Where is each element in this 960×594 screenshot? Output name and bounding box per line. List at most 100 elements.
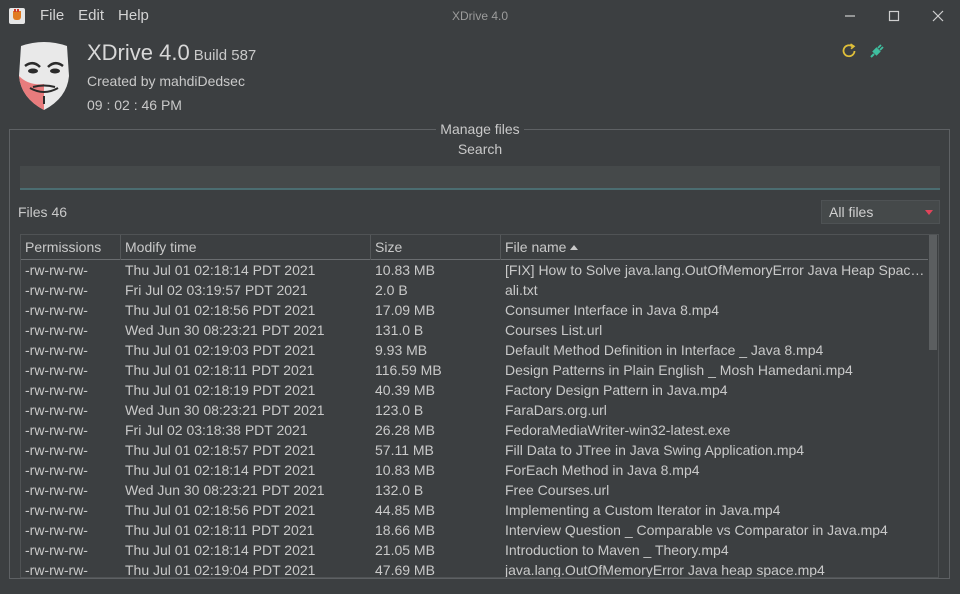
cell-size: 44.85 MB xyxy=(375,502,435,518)
guy-fawkes-mask-icon xyxy=(19,42,69,110)
table-row[interactable]: -rw-rw-rw- Thu Jul 01 02:18:11 PDT 2021 18… xyxy=(21,520,929,540)
column-header-file-name[interactable]: File name xyxy=(501,235,929,260)
cell-modify-time: Thu Jul 01 02:18:14 PDT 2021 xyxy=(125,542,316,558)
cell-modify-time: Thu Jul 01 02:18:11 PDT 2021 xyxy=(125,522,315,538)
cell-modify-time: Thu Jul 01 02:18:19 PDT 2021 xyxy=(125,382,316,398)
cell-file-name: Implementing a Custom Iterator in Java.m… xyxy=(505,502,781,518)
refresh-icon[interactable] xyxy=(840,42,858,60)
table-row[interactable]: -rw-rw-rw- Fri Jul 02 03:19:57 PDT 2021 2.… xyxy=(21,280,929,300)
table-row[interactable]: -rw-rw-rw- Thu Jul 01 02:18:19 PDT 2021 40… xyxy=(21,380,929,400)
cell-file-name: Default Method Definition in Interface _… xyxy=(505,342,824,358)
cell-permissions: -rw-rw-rw- xyxy=(25,522,88,538)
cell-file-name: Fill Data to JTree in Java Swing Applica… xyxy=(505,442,805,458)
cell-file-name: ali.txt xyxy=(505,282,538,298)
cell-permissions: -rw-rw-rw- xyxy=(25,282,88,298)
app-name: XDrive 4.0 Build 587 xyxy=(87,40,256,66)
cell-modify-time: Wed Jun 30 08:23:21 PDT 2021 xyxy=(125,322,325,338)
title-bar: File Edit Help XDrive 4.0 xyxy=(0,0,960,32)
cell-modify-time: Thu Jul 01 02:19:04 PDT 2021 xyxy=(125,562,316,578)
table-row[interactable]: -rw-rw-rw- Thu Jul 01 02:18:14 PDT 2021 10… xyxy=(21,260,929,280)
cell-file-name: Courses List.url xyxy=(505,322,603,338)
window-controls xyxy=(828,0,960,32)
table-row[interactable]: -rw-rw-rw- Thu Jul 01 02:18:57 PDT 2021 57… xyxy=(21,440,929,460)
build-number: Build 587 xyxy=(193,47,257,64)
table-row[interactable]: -rw-rw-rw- Thu Jul 01 02:18:56 PDT 2021 17… xyxy=(21,300,929,320)
cell-modify-time: Thu Jul 01 02:18:56 PDT 2021 xyxy=(125,502,316,518)
cell-modify-time: Thu Jul 01 02:18:14 PDT 2021 xyxy=(125,262,316,278)
minimize-button[interactable] xyxy=(828,0,872,32)
cell-size: 132.0 B xyxy=(375,482,424,498)
cell-permissions: -rw-rw-rw- xyxy=(25,262,88,278)
table-row[interactable]: -rw-rw-rw- Wed Jun 30 08:23:21 PDT 2021 13… xyxy=(21,320,929,340)
cell-file-name: FaraDars.org.url xyxy=(505,402,607,418)
cell-modify-time: Wed Jun 30 08:23:21 PDT 2021 xyxy=(125,402,325,418)
cell-size: 10.83 MB xyxy=(375,462,435,478)
clock: 09 : 02 : 46 PM xyxy=(87,97,182,113)
maximize-icon xyxy=(888,10,900,22)
plug-icon[interactable] xyxy=(868,42,886,60)
cell-file-name: java.lang.OutOfMemoryError Java heap spa… xyxy=(505,562,825,578)
table-row[interactable]: -rw-rw-rw- Thu Jul 01 02:19:04 PDT 2021 47… xyxy=(21,560,929,578)
cell-modify-time: Wed Jun 30 08:23:21 PDT 2021 xyxy=(125,482,325,498)
filter-selected-label: All files xyxy=(829,204,874,220)
cell-modify-time: Thu Jul 01 02:19:03 PDT 2021 xyxy=(125,342,316,358)
cell-permissions: -rw-rw-rw- xyxy=(25,442,88,458)
cell-permissions: -rw-rw-rw- xyxy=(25,502,88,518)
cell-modify-time: Thu Jul 01 02:18:11 PDT 2021 xyxy=(125,362,315,378)
cell-permissions: -rw-rw-rw- xyxy=(25,562,88,578)
minimize-icon xyxy=(845,15,855,17)
cell-permissions: -rw-rw-rw- xyxy=(25,342,88,358)
search-input[interactable] xyxy=(20,166,940,190)
cell-size: 10.83 MB xyxy=(375,262,435,278)
cell-modify-time: Fri Jul 02 03:18:38 PDT 2021 xyxy=(125,422,308,438)
column-header-modify-time[interactable]: Modify time xyxy=(121,235,371,260)
table-row[interactable]: -rw-rw-rw- Thu Jul 01 02:18:14 PDT 2021 21… xyxy=(21,540,929,560)
maximize-button[interactable] xyxy=(872,0,916,32)
cell-modify-time: Thu Jul 01 02:18:57 PDT 2021 xyxy=(125,442,316,458)
sort-ascending-icon xyxy=(570,245,579,250)
cell-permissions: -rw-rw-rw- xyxy=(25,362,88,378)
vertical-scrollbar[interactable] xyxy=(928,235,938,577)
cell-modify-time: Thu Jul 01 02:18:56 PDT 2021 xyxy=(125,302,316,318)
file-filter-select[interactable]: All files xyxy=(821,200,940,224)
cell-modify-time: Fri Jul 02 03:19:57 PDT 2021 xyxy=(125,282,308,298)
cell-modify-time: Thu Jul 01 02:18:14 PDT 2021 xyxy=(125,462,316,478)
column-header-permissions[interactable]: Permissions xyxy=(21,235,121,260)
cell-permissions: -rw-rw-rw- xyxy=(25,542,88,558)
cell-file-name: Consumer Interface in Java 8.mp4 xyxy=(505,302,719,318)
table-row[interactable]: -rw-rw-rw- Fri Jul 02 03:18:38 PDT 2021 26… xyxy=(21,420,929,440)
cell-permissions: -rw-rw-rw- xyxy=(25,402,88,418)
column-header-size[interactable]: Size xyxy=(371,235,501,260)
cell-size: 21.05 MB xyxy=(375,542,435,558)
table-row[interactable]: -rw-rw-rw- Thu Jul 01 02:18:56 PDT 2021 44… xyxy=(21,500,929,520)
cell-size: 116.59 MB xyxy=(375,362,442,378)
cell-permissions: -rw-rw-rw- xyxy=(25,422,88,438)
cell-size: 40.39 MB xyxy=(375,382,435,398)
cell-size: 26.28 MB xyxy=(375,422,435,438)
window-title: XDrive 4.0 xyxy=(451,9,509,23)
cell-file-name: Free Courses.url xyxy=(505,482,610,498)
cell-permissions: -rw-rw-rw- xyxy=(25,322,88,338)
cell-size: 9.93 MB xyxy=(375,342,428,358)
close-button[interactable] xyxy=(916,0,960,32)
cell-file-name: [FIX] How to Solve java.lang.OutOfMemory… xyxy=(505,262,929,278)
table-row[interactable]: -rw-rw-rw- Thu Jul 01 02:18:11 PDT 2021 11… xyxy=(21,360,929,380)
cell-file-name: Factory Design Pattern in Java.mp4 xyxy=(505,382,728,398)
scrollbar-thumb[interactable] xyxy=(929,235,937,350)
table-row[interactable]: -rw-rw-rw- Thu Jul 01 02:18:14 PDT 2021 10… xyxy=(21,460,929,480)
created-by: Created by mahdiDedsec xyxy=(87,73,245,89)
table-row[interactable]: -rw-rw-rw- Wed Jun 30 08:23:21 PDT 2021 13… xyxy=(21,480,929,500)
cell-size: 2.0 B xyxy=(375,282,408,298)
search-label: Search xyxy=(457,141,503,157)
cell-size: 131.0 B xyxy=(375,322,424,338)
cell-file-name: Design Patterns in Plain English _ Mosh … xyxy=(505,362,853,378)
cell-size: 18.66 MB xyxy=(375,522,435,538)
table-row[interactable]: -rw-rw-rw- Thu Jul 01 02:19:03 PDT 2021 9.… xyxy=(21,340,929,360)
files-count: Files 46 xyxy=(18,204,68,220)
cell-file-name: ForEach Method in Java 8.mp4 xyxy=(505,462,700,478)
cell-permissions: -rw-rw-rw- xyxy=(25,462,88,478)
files-table: Permissions Modify time Size File name -… xyxy=(20,234,939,578)
cell-permissions: -rw-rw-rw- xyxy=(25,482,88,498)
cell-permissions: -rw-rw-rw- xyxy=(25,382,88,398)
table-row[interactable]: -rw-rw-rw- Wed Jun 30 08:23:21 PDT 2021 12… xyxy=(21,400,929,420)
